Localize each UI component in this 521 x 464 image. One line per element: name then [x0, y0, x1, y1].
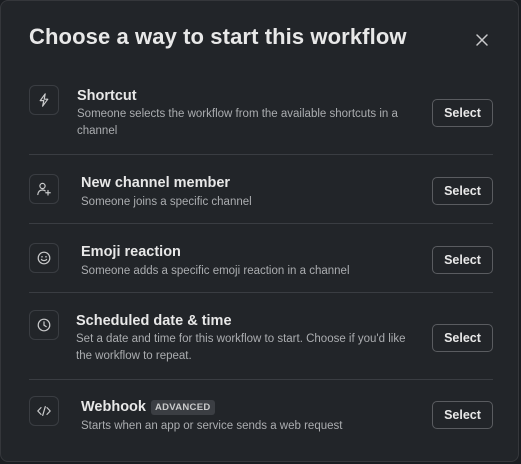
select-webhook-button[interactable]: Select: [432, 401, 493, 429]
option-description: Someone joins a specific channel: [81, 196, 252, 208]
option-title: Emoji reaction: [81, 244, 181, 260]
close-icon[interactable]: [473, 31, 491, 49]
select-new-channel-member-button[interactable]: Select: [432, 177, 493, 205]
option-title: Scheduled date & time: [76, 313, 232, 329]
divider: [29, 223, 493, 224]
option-title: Shortcut: [77, 88, 137, 104]
lightning-icon: [29, 85, 59, 115]
code-icon: [29, 396, 59, 426]
trigger-option-new-channel-member: New channel member Someone joins a speci…: [29, 169, 493, 213]
clock-icon: [29, 310, 59, 340]
select-scheduled-button[interactable]: Select: [432, 324, 493, 352]
trigger-option-shortcut: Shortcut Someone selects the workflow fr…: [29, 83, 493, 145]
person-add-icon: [29, 174, 59, 204]
dialog-title: Choose a way to start this workflow: [29, 24, 407, 49]
option-title-text: Webhook: [81, 399, 146, 415]
emoji-icon: [29, 243, 59, 273]
option-title: New channel member: [81, 175, 231, 191]
trigger-option-emoji-reaction: Emoji reaction Someone adds a specific e…: [29, 238, 493, 282]
select-emoji-reaction-button[interactable]: Select: [432, 246, 493, 274]
divider: [29, 379, 493, 380]
trigger-option-webhook: Webhook ADVANCED Starts when an app or s…: [29, 395, 493, 439]
divider: [29, 154, 493, 155]
option-description: Someone selects the workflow from the av…: [77, 108, 398, 137]
option-description: Starts when an app or service sends a we…: [81, 420, 343, 432]
option-description: Someone adds a specific emoji reaction i…: [81, 265, 350, 277]
divider: [29, 292, 493, 293]
option-description: Set a date and time for this workflow to…: [76, 333, 406, 362]
select-shortcut-button[interactable]: Select: [432, 99, 493, 127]
trigger-option-scheduled: Scheduled date & time Set a date and tim…: [29, 308, 493, 370]
option-title: Webhook ADVANCED: [81, 399, 215, 415]
workflow-trigger-dialog: Choose a way to start this workflow Shor…: [0, 0, 519, 462]
advanced-badge: ADVANCED: [150, 399, 215, 415]
